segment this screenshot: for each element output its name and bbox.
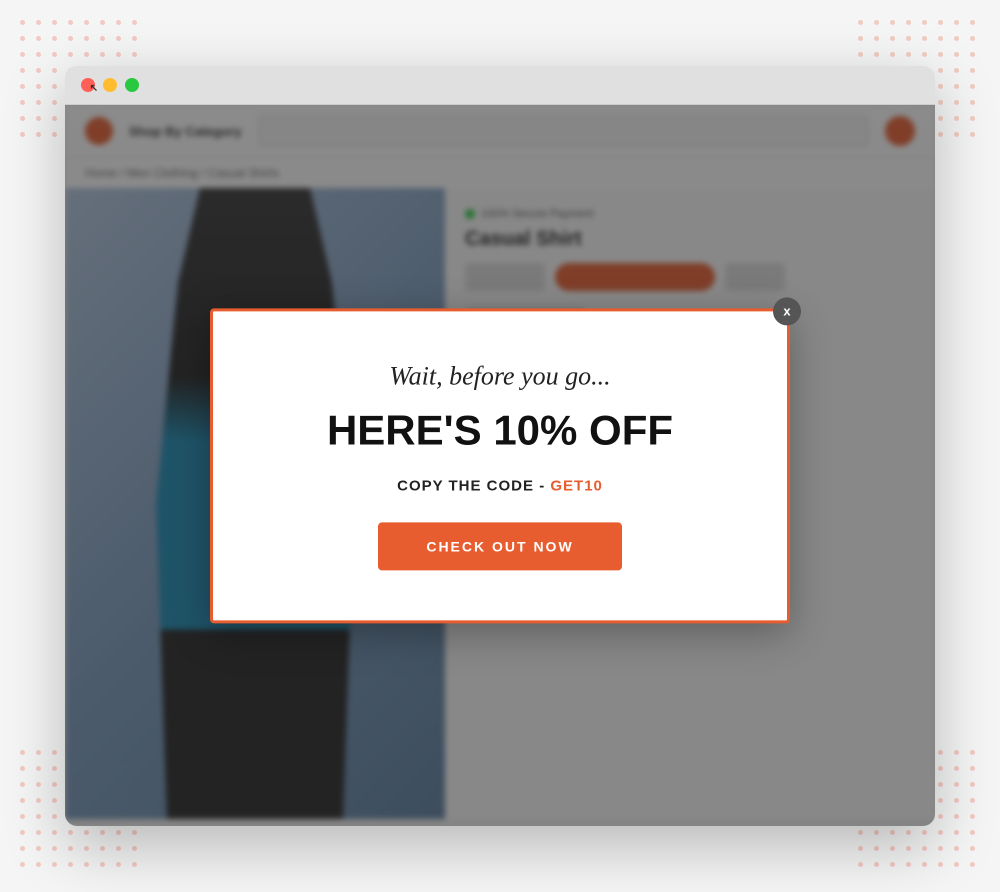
popup-close-button[interactable]: x [773,297,801,325]
cursor-icon: ↖ [90,83,98,94]
maximize-window-button[interactable]: + [125,78,139,92]
popup-code-line: COPY THE CODE - GET10 [273,477,727,494]
browser-titlebar: × ↖ − + [65,66,935,105]
browser-content: Shop By Category Home / Men Clothing / C… [65,105,935,826]
popup-modal: x Wait, before you go... HERE'S 10% OFF … [210,308,790,623]
checkout-now-button[interactable]: CHECK OUT NOW [378,522,621,570]
popup-subtitle: Wait, before you go... [273,361,727,391]
popup-title: HERE'S 10% OFF [273,407,727,453]
popup-code-value[interactable]: GET10 [550,477,603,494]
maximize-icon: + [129,80,134,90]
minimize-window-button[interactable]: − [103,78,117,92]
popup-code-prefix: COPY THE CODE - [397,477,550,494]
close-window-button[interactable]: × ↖ [81,78,95,92]
minimize-icon: − [107,80,112,90]
browser-window: × ↖ − + Shop By Category Home / Men Clot… [65,66,935,826]
